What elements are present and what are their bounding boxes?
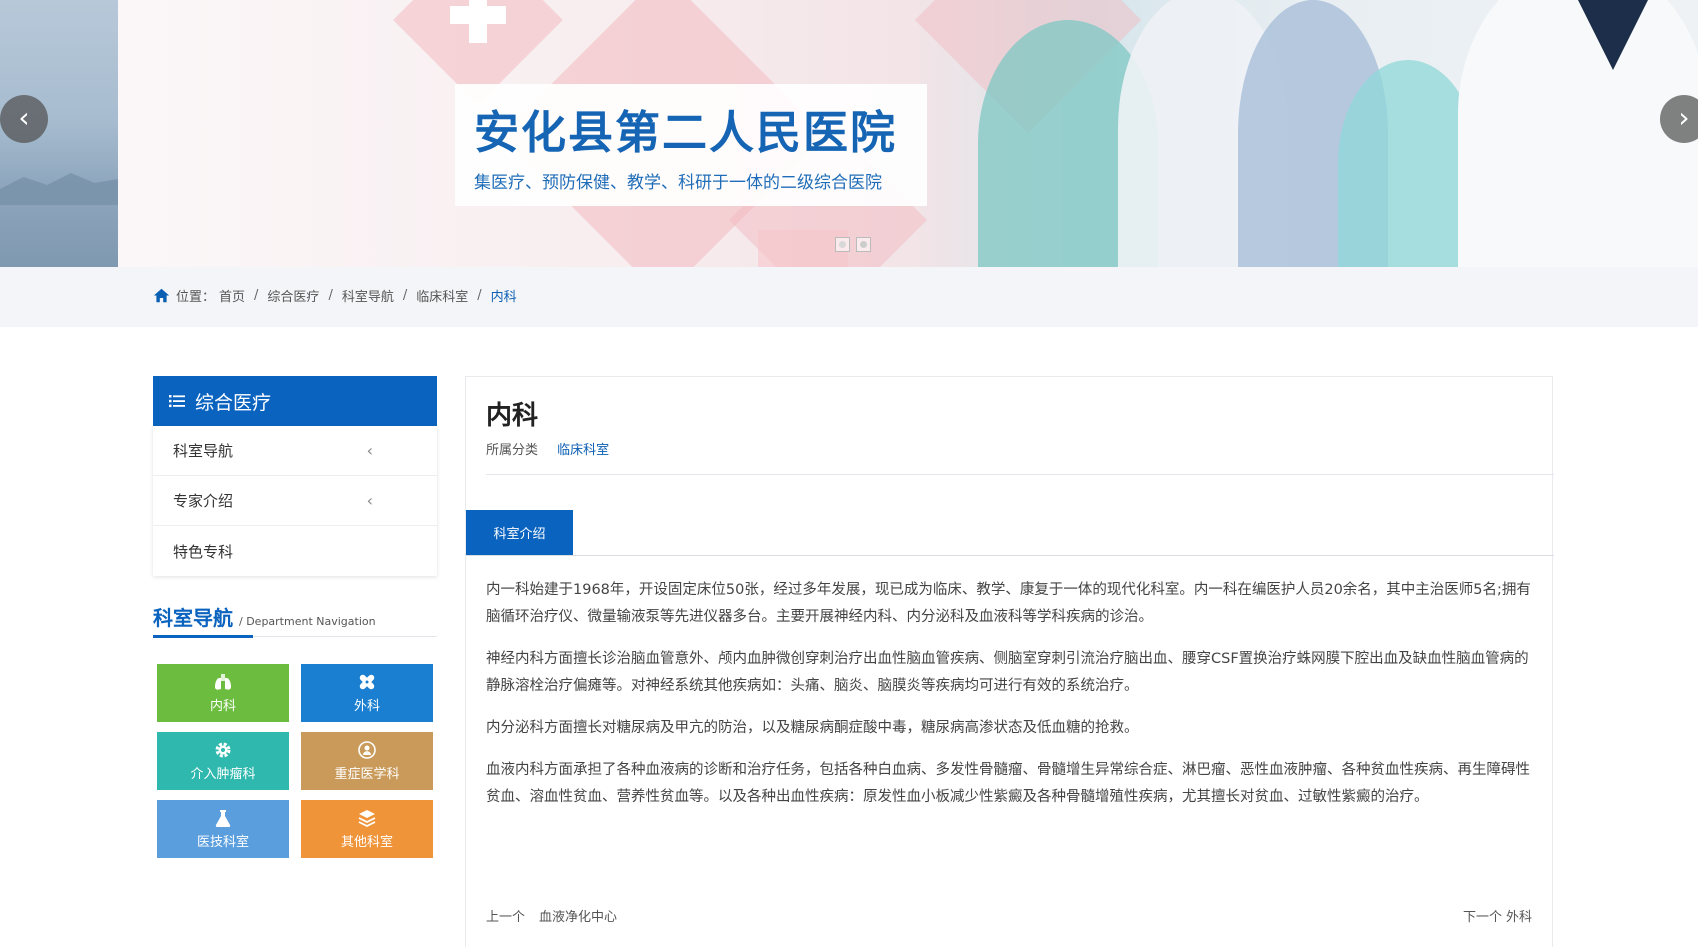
sidebar-item-label: 专家介绍 <box>173 492 234 510</box>
banner-subtitle: 集医疗、预防保健、教学、科研于一体的二级综合医院 <box>474 173 882 193</box>
breadcrumb-bar: 位置： 首页 / 综合医疗 / 科室导航 / 临床科室 / 内科 <box>0 267 1698 327</box>
sidebar-item-specialty[interactable]: 特色专科 <box>153 526 437 576</box>
sidebar-header: 综合医疗 <box>153 376 437 426</box>
next-article-link[interactable]: 外科 <box>1506 910 1532 925</box>
prev-article[interactable]: 上一个 血液净化中心 <box>486 906 617 925</box>
banner-title: 安化县第二人民医院 <box>474 106 898 159</box>
banner-pagination <box>835 237 871 252</box>
breadcrumb-separator: / <box>402 288 408 303</box>
banner-dot-2[interactable] <box>856 237 871 252</box>
article-paragraph: 内一科始建于1968年，开设固定床位50张，经过多年发展，现已成为临床、教学、康… <box>486 582 1531 625</box>
chevron-left-icon[interactable]: ‹ <box>367 491 373 510</box>
article-title: 内科 <box>486 401 539 431</box>
article-category: 所属分类 临床科室 <box>486 439 609 458</box>
breadcrumb-separator: / <box>477 288 482 303</box>
dept-tile-oncology[interactable]: 介入肿瘤科 <box>157 732 289 790</box>
next-article[interactable]: 下一个 外科 <box>1463 906 1532 925</box>
breadcrumb-separator: / <box>254 288 259 303</box>
dept-nav-subtitle: / Department Navigation <box>239 615 376 628</box>
breadcrumb-home[interactable]: 首页 <box>219 286 245 305</box>
article-paragraph: 血液内科方面承担了各种血液病的诊断和治疗任务，包括各种白血病、多发性骨髓瘤、骨髓… <box>486 762 1530 805</box>
chevron-left-icon[interactable]: ‹ <box>367 441 373 460</box>
article-body: 内一科始建于1968年，开设固定床位50张，经过多年发展，现已成为临床、教学、康… <box>486 577 1536 826</box>
article-pager: 上一个 血液净化中心 下一个 外科 <box>486 906 1532 925</box>
sidebar-menu: 科室导航 ‹ 专家介绍 ‹ 特色专科 <box>153 426 437 576</box>
dept-tile-label: 内科 <box>209 699 236 714</box>
dept-tile-internal[interactable]: 内科 <box>157 664 289 722</box>
banner-prev-button[interactable]: ‹ <box>0 95 48 143</box>
bandage-icon <box>359 674 375 690</box>
dept-tiles: 内科 外科 介入肿瘤科 重症医学科 医技科室 其他科室 <box>157 664 434 858</box>
sidebar-item-label: 科室导航 <box>173 442 234 460</box>
sidebar-title: 综合医疗 <box>195 391 272 414</box>
dept-tile-label: 外科 <box>353 699 380 714</box>
gear-icon <box>215 742 231 758</box>
dept-tile-label: 介入肿瘤科 <box>190 767 256 782</box>
dept-tile-label: 其他科室 <box>340 835 393 850</box>
breadcrumb-current[interactable]: 内科 <box>491 286 517 305</box>
dept-tile-medtech[interactable]: 医技科室 <box>157 800 289 858</box>
category-link[interactable]: 临床科室 <box>557 443 609 458</box>
chevron-left-icon: ‹ <box>18 101 30 134</box>
dept-nav-heading: 科室导航 / Department Navigation <box>153 602 376 631</box>
layers-icon <box>358 810 376 828</box>
breadcrumb-dept-nav[interactable]: 科室导航 <box>342 286 394 305</box>
banner-dot-1[interactable] <box>835 237 850 252</box>
dept-nav-title: 科室导航 <box>153 606 233 630</box>
tab-bar <box>466 555 1554 556</box>
dept-tile-label: 重症医学科 <box>334 767 400 782</box>
dept-tile-other[interactable]: 其他科室 <box>301 800 433 858</box>
breadcrumb-label: 位置： <box>176 290 216 305</box>
tab-dept-intro[interactable]: 科室介绍 <box>466 510 573 555</box>
list-icon <box>169 395 185 408</box>
breadcrumb-general-medical[interactable]: 综合医疗 <box>267 286 319 305</box>
prev-article-link[interactable]: 血液净化中心 <box>539 910 617 925</box>
next-label: 下一个 <box>1462 910 1502 925</box>
prev-label: 上一个 <box>486 910 526 925</box>
home-icon <box>153 288 170 303</box>
article-paragraph: 内分泌科方面擅长对糖尿病及甲亢的防治，以及糖尿病酮症酸中毒，糖尿病高渗状态及低血… <box>486 720 1139 736</box>
heading-underline <box>153 635 253 638</box>
breadcrumb: 位置： 首页 / 综合医疗 / 科室导航 / 临床科室 / 内科 <box>153 286 517 305</box>
dept-tile-surgery[interactable]: 外科 <box>301 664 433 722</box>
article-panel: 内科 所属分类 临床科室 科室介绍 内一科始建于1968年，开设固定床位50张，… <box>465 376 1554 947</box>
head-icon <box>358 741 376 759</box>
chevron-right-icon: › <box>1678 101 1690 134</box>
sidebar-item-experts[interactable]: 专家介绍 ‹ <box>153 476 437 526</box>
divider <box>486 474 1554 475</box>
lungs-icon <box>215 674 231 690</box>
category-label: 所属分类 <box>486 443 539 458</box>
dept-tile-icu[interactable]: 重症医学科 <box>301 732 433 790</box>
article-paragraph: 神经内科方面擅长诊治脑血管意外、颅内血肿微创穿刺治疗出血性脑血管疾病、侧脑室穿刺… <box>486 651 1529 694</box>
flask-icon <box>215 810 231 827</box>
sidebar-item-dept-nav[interactable]: 科室导航 ‹ <box>153 426 437 476</box>
breadcrumb-separator: / <box>328 288 333 303</box>
sidebar-item-label: 特色专科 <box>173 542 234 561</box>
hero-banner: 安化县第二人民医院 集医疗、预防保健、教学、科研于一体的二级综合医院 ‹ › <box>0 0 1698 267</box>
dept-tile-label: 医技科室 <box>196 835 249 850</box>
breadcrumb-clinical[interactable]: 临床科室 <box>416 286 468 305</box>
